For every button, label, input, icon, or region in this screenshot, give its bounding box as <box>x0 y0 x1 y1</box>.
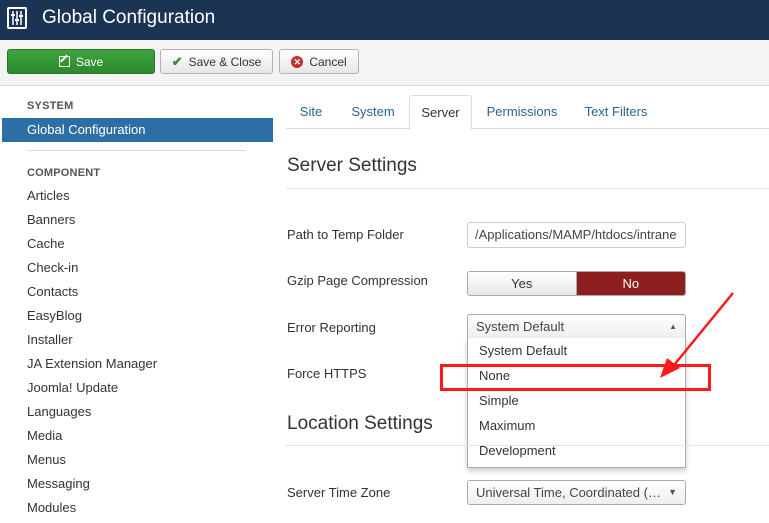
annotation-arrow-icon <box>660 292 734 378</box>
